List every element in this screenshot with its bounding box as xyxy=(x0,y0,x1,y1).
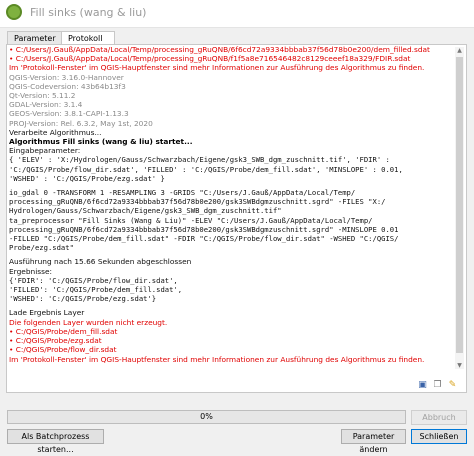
progress-bar: 0% xyxy=(7,410,406,424)
log-line: Ausführung nach 15.66 Sekunden abgeschlo… xyxy=(9,257,192,267)
log-line: Hydrologen/Gauss/Schwarzbach/Eigene/gsk3… xyxy=(9,206,282,216)
log-line: GEOS-Version: 3.8.1-CAPI-1.13.3 xyxy=(9,109,129,119)
log-line: Eingabeparameter: xyxy=(9,146,81,156)
log-line: • C:/Users/J.Gauß/AppData/Local/Temp/pro… xyxy=(9,45,430,54)
log-line: processing_gRuQNB/6f6cd72a9334bbbab37f56… xyxy=(9,224,399,234)
log-line: Qt-Version: 5.11.2 xyxy=(9,91,76,101)
copy-icon[interactable]: ❐ xyxy=(432,380,443,390)
log-line: 'WSHED': 'C:/QGIS/Probe/ezg.sdat'} xyxy=(9,294,157,304)
log-line: Im 'Protokoll-Fenster' im QGIS-Hauptfens… xyxy=(9,354,425,364)
log-line: 'C:/QGIS/Probe/flow_dir.sdat', 'FILLED' … xyxy=(9,164,403,174)
log-line: -FILLED "C:/QGIS/Probe/dem_fill.sdat" -F… xyxy=(9,234,399,244)
tab-protokoll[interactable]: Protokoll xyxy=(61,31,115,45)
log-panel: • C:/Users/J.Gauß/AppData/Local/Temp/pro… xyxy=(6,44,467,393)
log-line: {'FDIR': 'C:/QGIS/Probe/flow_dir.sdat', xyxy=(9,275,178,285)
log-line: Algorithmus Fill sinks (wang & liu) star… xyxy=(9,137,193,147)
window-title: Fill sinks (wang & liu) xyxy=(30,6,147,19)
log-line: • C:/Users/J.Gauß/AppData/Local/Temp/pro… xyxy=(9,54,411,64)
log-line: ta_preprocessor "Fill Sinks (Wang & Liu)… xyxy=(9,215,373,225)
log-scrollbar[interactable]: ▲ ▼ xyxy=(455,47,464,369)
clear-icon[interactable]: ✎ xyxy=(447,380,458,390)
log-line: Lade Ergebnis Layer xyxy=(9,308,85,318)
batch-process-button[interactable]: Als Batchprozess starten... xyxy=(7,429,104,454)
qgis-logo-icon xyxy=(6,4,22,20)
log-line: io_gdal 0 -TRANSFORM 1 -RESAMPLING 3 -GR… xyxy=(9,188,356,198)
abort-button[interactable]: Abbruch xyxy=(411,410,467,425)
change-parameters-button[interactable]: Parameter ändern xyxy=(341,429,406,454)
save-icon[interactable]: ▣ xyxy=(417,380,428,390)
scroll-thumb[interactable] xyxy=(456,57,463,353)
scroll-down-icon[interactable]: ▼ xyxy=(456,362,463,369)
log-line: QGIS-Codeversion: 43b64b13f3 xyxy=(9,81,126,91)
log-line: GDAL-Version: 3.1.4 xyxy=(9,100,83,110)
title-bar: Fill sinks (wang & liu) xyxy=(0,0,474,28)
log-line: • C:/QGIS/Probe/ezg.sdat xyxy=(9,336,102,346)
log-line: processing_gRuQNB/6f6cd72a9334bbbab37f56… xyxy=(9,197,386,207)
log-line: Im 'Protokoll-Fenster' im QGIS-Hauptfens… xyxy=(9,63,425,73)
log-line: Probe/ezg.sdat" xyxy=(9,243,74,253)
scroll-up-icon[interactable]: ▲ xyxy=(456,47,463,54)
progress-label: 0% xyxy=(200,412,213,421)
log-line: • C:/QGIS/Probe/dem_fill.sdat xyxy=(9,326,118,336)
log-line: QGIS-Version: 3.16.0-Hannover xyxy=(9,72,124,82)
log-line: Ergebnisse: xyxy=(9,266,52,276)
close-button[interactable]: Schließen xyxy=(411,429,467,444)
log-line: { 'ELEV' : 'X:/Hydrologen/Gauss/Schwarzb… xyxy=(9,155,390,165)
log-line: Verarbeite Algorithmus... xyxy=(9,127,102,137)
log-output[interactable]: • C:/Users/J.Gauß/AppData/Local/Temp/pro… xyxy=(9,45,452,375)
log-line: 'WSHED' : 'C:/QGIS/Probe/ezg.sdat' } xyxy=(9,173,165,183)
log-line: • C:/QGIS/Probe/flow_dir.sdat xyxy=(9,345,117,355)
log-line: PROJ-Version: Rel. 6.3.2, May 1st, 2020 xyxy=(9,118,153,128)
log-line: 'FILLED': 'C:/QGIS/Probe/dem_fill.sdat', xyxy=(9,285,183,295)
log-line: Die folgenden Layer wurden nicht erzeugt… xyxy=(9,317,168,327)
tab-parameter[interactable]: Parameter xyxy=(7,31,63,45)
